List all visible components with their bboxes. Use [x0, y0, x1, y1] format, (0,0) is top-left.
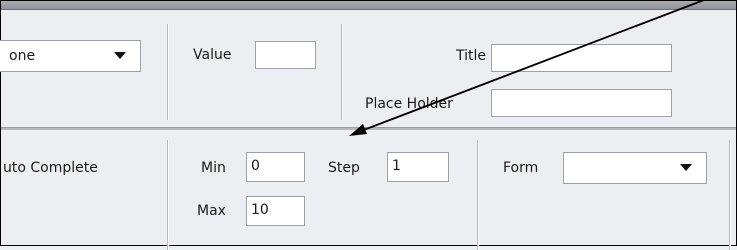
divider — [341, 24, 343, 120]
max-input[interactable]: 10 — [246, 196, 305, 226]
max-label: Max — [197, 203, 226, 219]
autocomplete-label[interactable]: uto Complete — [3, 160, 98, 176]
properties-panel: one Value Title Place Holder uto Complet… — [0, 0, 737, 250]
type-select-value: one — [9, 48, 36, 64]
panel-title-bar — [1, 1, 736, 10]
value-input[interactable] — [255, 41, 316, 69]
placeholder-label: Place Holder — [365, 96, 453, 112]
divider — [167, 24, 169, 120]
min-input[interactable]: 0 — [246, 152, 305, 182]
form-label: Form — [503, 160, 539, 176]
divider — [477, 140, 479, 250]
chevron-down-icon — [114, 52, 126, 59]
divider — [167, 140, 169, 250]
properties-row-2: uto Complete Min 0 Max 10 Step 1 Form — [1, 130, 736, 250]
min-label: Min — [201, 160, 226, 176]
value-label: Value — [193, 47, 232, 63]
properties-row-1: one Value Title Place Holder — [0, 10, 736, 127]
title-input[interactable] — [491, 44, 672, 72]
step-input[interactable]: 1 — [387, 152, 449, 182]
step-label: Step — [328, 160, 360, 176]
divider — [729, 140, 731, 250]
form-select[interactable] — [563, 152, 707, 184]
type-select[interactable]: one — [0, 40, 141, 72]
title-label: Title — [456, 48, 487, 64]
chevron-down-icon — [680, 164, 692, 171]
placeholder-input[interactable] — [491, 89, 672, 117]
